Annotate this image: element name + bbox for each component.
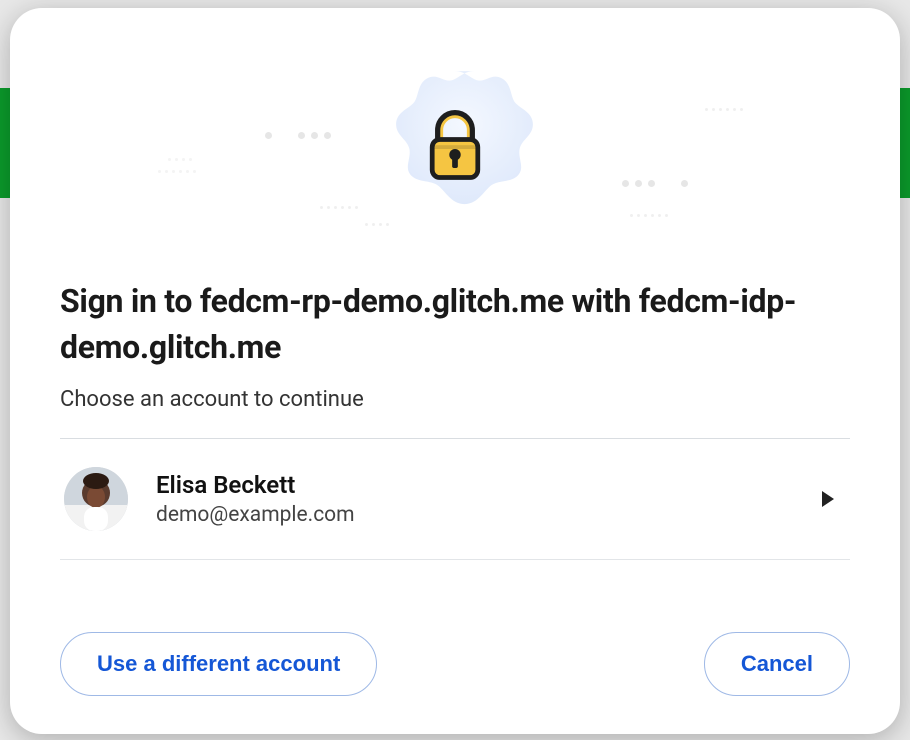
dialog-hero-illustration bbox=[60, 48, 850, 258]
decorative-dots bbox=[168, 158, 192, 161]
dialog-actions: Use a different account Cancel bbox=[60, 632, 850, 696]
account-list: Elisa Beckett demo@example.com bbox=[60, 438, 850, 560]
account-email: demo@example.com bbox=[156, 503, 822, 527]
account-name: Elisa Beckett bbox=[156, 471, 822, 499]
decorative-dots bbox=[622, 180, 688, 187]
dialog-subtitle: Choose an account to continue bbox=[60, 387, 850, 412]
decorative-dots bbox=[705, 108, 743, 111]
avatar bbox=[64, 467, 128, 531]
account-row[interactable]: Elisa Beckett demo@example.com bbox=[60, 439, 850, 560]
secure-lock-icon bbox=[360, 54, 550, 244]
decorative-dots bbox=[158, 170, 196, 173]
decorative-dots bbox=[265, 132, 331, 139]
decorative-dots bbox=[320, 206, 358, 209]
decorative-dots bbox=[630, 214, 668, 217]
cancel-button[interactable]: Cancel bbox=[704, 632, 850, 696]
use-different-account-button[interactable]: Use a different account bbox=[60, 632, 377, 696]
fedcm-signin-dialog: Sign in to fedcm-rp-demo.glitch.me with … bbox=[10, 8, 900, 734]
chevron-right-icon bbox=[822, 491, 834, 507]
dialog-title: Sign in to fedcm-rp-demo.glitch.me with … bbox=[60, 278, 850, 371]
